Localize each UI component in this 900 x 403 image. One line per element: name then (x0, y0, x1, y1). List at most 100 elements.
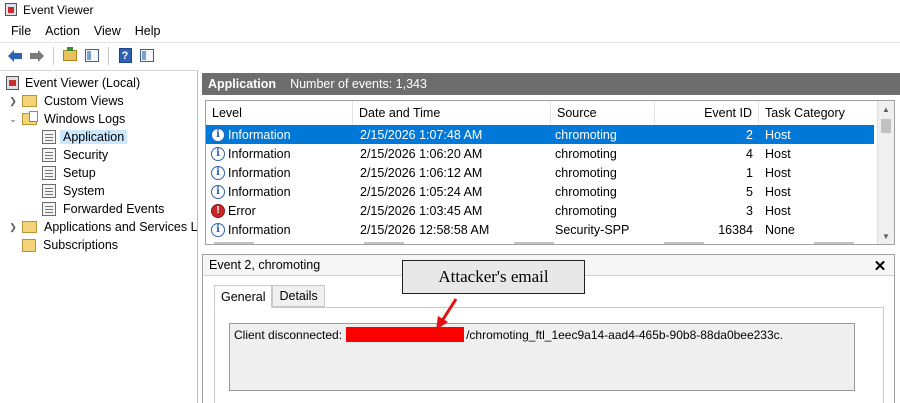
information-icon: i (211, 127, 225, 142)
help-button[interactable]: ? (115, 46, 135, 66)
event-message: Client disconnected: /chromoting_ftl_1ee… (234, 327, 783, 342)
console-tree: Event Viewer (Local) ❯ Custom Views ⌄ Wi… (0, 70, 198, 403)
cell-event-id: 5 (746, 184, 753, 199)
scroll-thumb[interactable] (881, 119, 891, 133)
cell-source: chromoting (555, 203, 617, 218)
forward-button[interactable] (27, 46, 47, 66)
tree-item-setup[interactable]: Setup (42, 164, 99, 182)
cell-event-id: 2 (746, 127, 753, 142)
chevron-down-icon[interactable]: ⌄ (8, 114, 18, 124)
title-bar: Event Viewer (0, 0, 900, 19)
back-button[interactable] (5, 46, 25, 66)
log-icon (42, 130, 56, 144)
event-detail-title: Event 2, chromoting (209, 258, 321, 272)
tab-general-body: Client disconnected: /chromoting_ftl_1ee… (214, 307, 884, 403)
tree-item-security[interactable]: Security (42, 146, 111, 164)
column-header-level[interactable]: Level (206, 101, 353, 125)
tree-item-label: Application (60, 130, 128, 144)
show-hide-action-pane-button[interactable] (137, 46, 157, 66)
table-row[interactable]: i Information 2/15/2026 1:05:24 AM chromo… (206, 182, 874, 201)
show-hide-tree-button[interactable] (82, 46, 102, 66)
tree-item-label: Subscriptions (43, 238, 119, 252)
event-message-box[interactable]: Client disconnected: /chromoting_ftl_1ee… (229, 323, 855, 391)
cell-level: Information (228, 165, 291, 180)
table-row[interactable]: i Information 2/15/2026 1:07:48 AM chromo… (206, 125, 874, 144)
cell-event-id: 1 (746, 165, 753, 180)
arrow-left-icon (8, 49, 22, 62)
arrow-right-icon (30, 49, 44, 62)
chevron-right-icon[interactable]: ❯ (8, 96, 18, 106)
information-icon: i (211, 146, 225, 161)
log-header: Application Number of events: 1,343 (202, 73, 900, 95)
log-icon (42, 184, 56, 198)
tree-item-label: Forwarded Events (63, 202, 165, 216)
menu-help[interactable]: Help (128, 24, 168, 38)
tree-item-subscriptions[interactable]: Subscriptions (22, 236, 121, 254)
log-icon (42, 148, 56, 162)
error-icon: ! (211, 203, 225, 218)
subscriptions-icon (22, 238, 36, 252)
column-header-date[interactable]: Date and Time (353, 101, 551, 125)
scroll-up-icon[interactable]: ▲ (878, 101, 894, 117)
tab-details[interactable]: Details (272, 285, 325, 307)
cell-level: Information (228, 146, 291, 161)
cell-event-id: 16384 (718, 222, 753, 237)
close-icon[interactable]: ✕ (872, 257, 888, 275)
cell-date: 2/15/2026 1:03:45 AM (360, 203, 483, 218)
menu-file[interactable]: File (4, 24, 38, 38)
chevron-right-icon[interactable]: ❯ (8, 222, 18, 232)
tree-item-label: Setup (63, 166, 96, 180)
up-folder-button[interactable] (60, 46, 80, 66)
cell-source: Security-SPP (555, 222, 630, 237)
table-row[interactable]: i Information 2/15/2026 12:58:58 AM Secur… (206, 220, 874, 239)
tree-item-label: System (63, 184, 105, 198)
tab-general[interactable]: General (214, 285, 273, 308)
toolbar-separator (53, 46, 54, 65)
toolbar: ? (0, 42, 900, 68)
tree-item-label: Custom Views (44, 94, 124, 108)
table-row[interactable]: i Information 2/15/2026 1:06:12 AM chromo… (206, 163, 874, 182)
message-prefix: Client disconnected: (234, 327, 343, 342)
table-row[interactable]: ! Error 2/15/2026 1:03:45 AM chromoting 3… (206, 201, 874, 220)
menu-action[interactable]: Action (38, 24, 87, 38)
column-header-source[interactable]: Source (551, 101, 655, 125)
cell-level: Information (228, 184, 291, 199)
table-row-partial[interactable] (206, 240, 874, 244)
events-grid: Level Date and Time Source Event ID Task… (205, 100, 895, 245)
tree-item-label: Windows Logs (44, 112, 126, 126)
tree-item-label: Applications and Services Lo (44, 220, 198, 234)
tree-item-root[interactable]: Event Viewer (Local) (6, 74, 143, 92)
console-tree-icon (85, 49, 99, 62)
column-header-event-id[interactable]: Event ID (655, 101, 759, 125)
detail-tabs: General Details (214, 285, 325, 308)
menu-view[interactable]: View (87, 24, 128, 38)
column-header-task-category[interactable]: Task Category (759, 101, 874, 125)
log-icon (42, 202, 56, 216)
cell-date: 2/15/2026 1:05:24 AM (360, 184, 483, 199)
cell-event-id: 4 (746, 146, 753, 161)
event-viewer-icon (6, 76, 19, 90)
window-title: Event Viewer (23, 2, 94, 17)
cell-level: Information (228, 222, 291, 237)
help-icon: ? (118, 48, 132, 63)
scroll-down-icon[interactable]: ▼ (878, 228, 894, 244)
annotation-arrow-icon (436, 298, 458, 330)
cell-source: chromoting (555, 165, 617, 180)
tree-item-custom-views[interactable]: ❯ Custom Views (8, 92, 127, 110)
tree-item-applications-and-services[interactable]: ❯ Applications and Services Lo (8, 218, 198, 236)
tree-item-forwarded-events[interactable]: Forwarded Events (42, 200, 167, 218)
folder-logs-icon (22, 111, 38, 125)
folder-icon (22, 95, 37, 107)
tree-item-application[interactable]: Application (42, 128, 128, 146)
cell-task-category: Host (765, 165, 791, 180)
cell-level: Information (228, 127, 291, 142)
toolbar-separator (108, 46, 109, 65)
menu-bar: File Action View Help (0, 21, 900, 41)
vertical-scrollbar[interactable]: ▲ ▼ (877, 101, 894, 244)
folder-up-icon (63, 47, 77, 61)
tree-item-label: Security (63, 148, 109, 162)
cell-date: 2/15/2026 12:58:58 AM (360, 222, 490, 237)
tree-item-windows-logs[interactable]: ⌄ Windows Logs (8, 110, 128, 128)
tree-item-system[interactable]: System (42, 182, 108, 200)
table-row[interactable]: i Information 2/15/2026 1:06:20 AM chromo… (206, 144, 874, 163)
